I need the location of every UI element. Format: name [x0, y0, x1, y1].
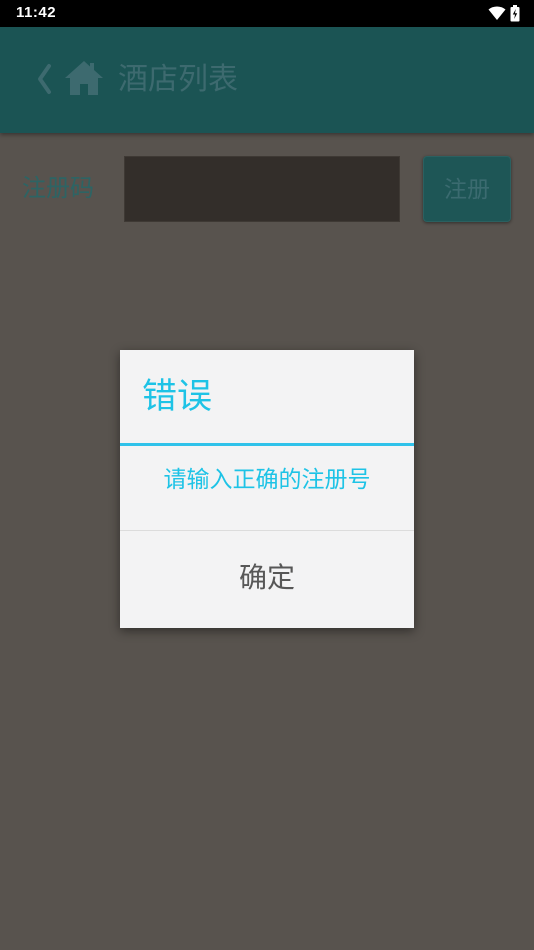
- status-bar: 11:42: [0, 0, 534, 27]
- confirm-button[interactable]: 确定: [120, 531, 414, 628]
- registration-code-input[interactable]: [124, 156, 400, 222]
- registration-code-label: 注册码: [22, 174, 94, 202]
- error-dialog: 错误 请输入正确的注册号 确定: [120, 350, 414, 628]
- chevron-left-icon[interactable]: [34, 63, 54, 95]
- status-time: 11:42: [16, 4, 57, 21]
- dialog-title: 错误: [142, 377, 213, 417]
- status-icons: [488, 4, 520, 22]
- app-bar: 酒店列表: [0, 27, 534, 133]
- dialog-title-divider: [120, 443, 414, 446]
- home-icon[interactable]: [64, 59, 104, 97]
- dialog-message: 请输入正确的注册号: [163, 467, 371, 493]
- battery-charging-icon: [510, 4, 520, 21]
- wifi-icon: [488, 6, 506, 20]
- register-button[interactable]: 注册: [423, 156, 511, 222]
- page-title: 酒店列表: [118, 62, 238, 97]
